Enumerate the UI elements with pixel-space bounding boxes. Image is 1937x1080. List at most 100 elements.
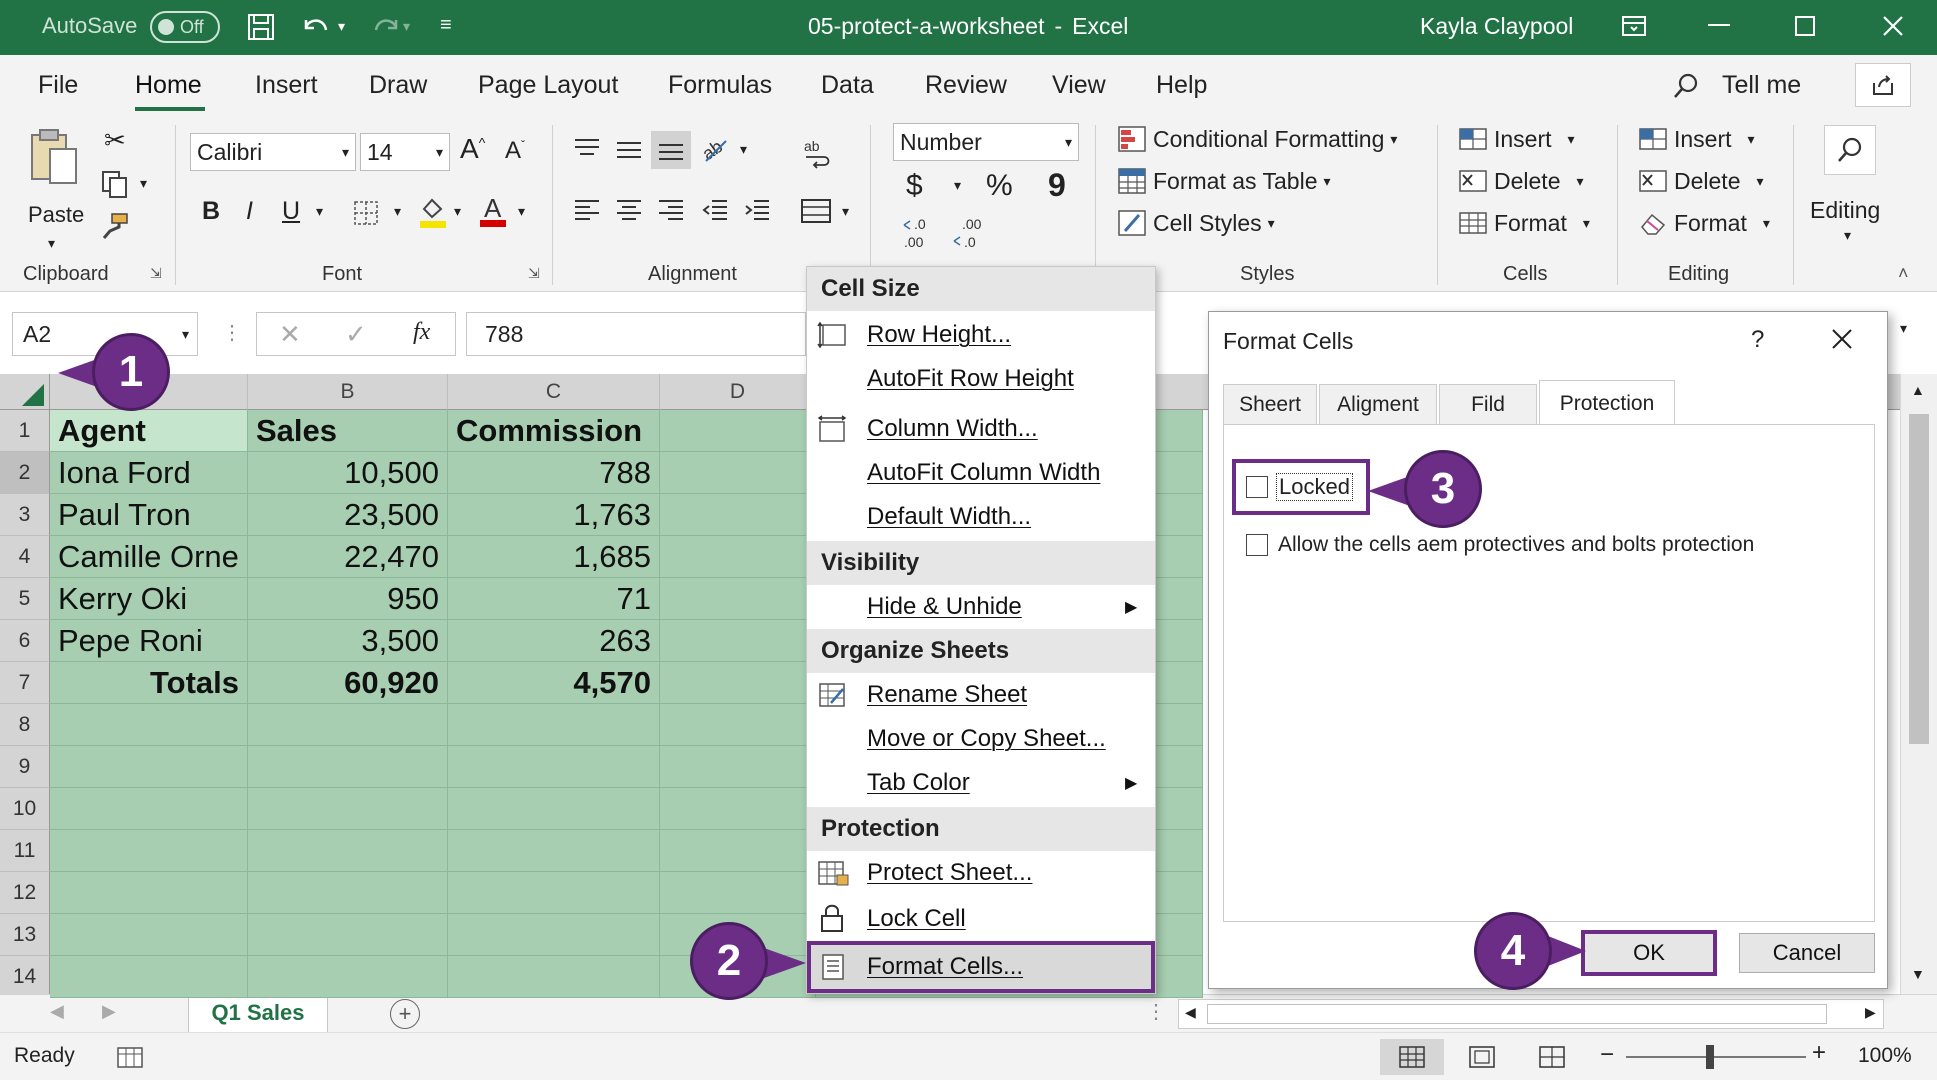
locked-checkbox[interactable] xyxy=(1246,476,1268,498)
align-center-icon[interactable] xyxy=(614,195,644,225)
fill-color-dropdown-icon[interactable]: ▾ xyxy=(454,203,461,220)
borders-dropdown-icon[interactable]: ▾ xyxy=(394,203,401,220)
menu-item-tab-color[interactable]: Tab Color ▶ xyxy=(807,761,1155,805)
edit-format-button[interactable]: Format ▾ xyxy=(1638,209,1770,237)
formula-input[interactable]: 788 xyxy=(466,312,806,356)
table-cell[interactable]: Iona Ford xyxy=(50,452,248,494)
vertical-scrollbar[interactable]: ▲ ▼ xyxy=(1900,374,1937,994)
row-header[interactable]: 6 xyxy=(0,620,50,662)
select-all-corner[interactable] xyxy=(0,374,50,410)
scroll-left-icon[interactable]: ◀ xyxy=(1185,1004,1196,1021)
italic-button[interactable]: I xyxy=(246,197,253,226)
table-cell[interactable] xyxy=(50,704,248,746)
tab-insert[interactable]: Insert xyxy=(255,71,318,100)
orientation-dropdown-icon[interactable]: ▾ xyxy=(740,141,747,158)
copy-dropdown-icon[interactable]: ▾ xyxy=(140,175,147,192)
menu-item-autofit-row-height[interactable]: AutoFit Row Height xyxy=(807,357,1155,401)
save-icon[interactable] xyxy=(246,12,276,42)
share-icon[interactable] xyxy=(1855,63,1911,107)
horizontal-scrollbar[interactable]: ◀ ▶ xyxy=(1178,999,1884,1029)
table-cell[interactable]: Commission xyxy=(448,410,660,452)
currency-dropdown-icon[interactable]: ▾ xyxy=(954,177,961,194)
splitter-icon[interactable]: ⋮ xyxy=(1146,999,1166,1024)
zoom-level[interactable]: 100% xyxy=(1858,1044,1912,1068)
table-cell[interactable]: 22,470 xyxy=(248,536,448,578)
tab-number[interactable]: Sheert xyxy=(1223,384,1317,424)
table-cell[interactable]: Paul Tron xyxy=(50,494,248,536)
table-cell[interactable]: 10,500 xyxy=(248,452,448,494)
undo-dropdown-icon[interactable]: ▾ xyxy=(338,18,345,35)
ok-button[interactable]: OK xyxy=(1581,930,1717,976)
normal-view-icon[interactable] xyxy=(1380,1039,1444,1075)
undo-icon[interactable] xyxy=(300,12,334,42)
bottom-align-icon[interactable] xyxy=(651,131,691,169)
increase-decimal-icon[interactable]: .0.00 xyxy=(902,215,938,249)
number-format-select[interactable]: Number ▾ xyxy=(893,123,1079,161)
zoom-out-icon[interactable]: − xyxy=(1600,1041,1614,1069)
cancel-entry-icon[interactable]: ✕ xyxy=(279,319,301,350)
row-header[interactable]: 10 xyxy=(0,788,50,830)
font-color-icon[interactable]: A xyxy=(478,193,508,229)
maximize-icon[interactable] xyxy=(1795,16,1815,36)
table-cell[interactable]: 4,570 xyxy=(448,662,660,704)
h-scroll-thumb[interactable] xyxy=(1207,1004,1827,1024)
table-cell[interactable] xyxy=(660,536,816,578)
copy-icon[interactable] xyxy=(100,169,130,199)
scroll-right-icon[interactable]: ▶ xyxy=(1865,1004,1876,1021)
menu-item-autofit-column-width[interactable]: AutoFit Column Width xyxy=(807,451,1155,495)
column-header-d[interactable]: D xyxy=(660,374,816,410)
tab-data[interactable]: Data xyxy=(821,71,874,100)
clipboard-launcher-icon[interactable]: ⇲ xyxy=(150,265,162,282)
row-header[interactable]: 12 xyxy=(0,872,50,914)
row-header[interactable]: 11 xyxy=(0,830,50,872)
editing-button[interactable]: Editing ▾ xyxy=(1810,125,1910,245)
table-cell[interactable]: 263 xyxy=(448,620,660,662)
table-cell[interactable]: 1,685 xyxy=(448,536,660,578)
minimize-icon[interactable] xyxy=(1708,24,1730,26)
tell-me[interactable]: Tell me xyxy=(1722,71,1801,100)
confirm-entry-icon[interactable]: ✓ xyxy=(345,319,367,350)
row-header[interactable]: 8 xyxy=(0,704,50,746)
scroll-thumb[interactable] xyxy=(1909,414,1929,744)
borders-icon[interactable] xyxy=(352,199,380,227)
dialog-close-icon[interactable] xyxy=(1829,326,1855,352)
tab-page-layout[interactable]: Page Layout xyxy=(478,71,618,100)
table-cell[interactable] xyxy=(448,704,660,746)
tab-fill[interactable]: Fild xyxy=(1439,384,1537,424)
insert-function-button[interactable]: fx xyxy=(413,319,430,346)
customize-qat-icon[interactable]: ≡ xyxy=(440,14,452,37)
menu-item-column-width[interactable]: Column Width... xyxy=(807,407,1155,451)
scroll-up-icon[interactable]: ▲ xyxy=(1911,382,1925,398)
table-cell[interactable] xyxy=(50,914,248,956)
conditional-formatting-button[interactable]: Conditional Formatting ▾ xyxy=(1117,125,1397,153)
font-launcher-icon[interactable]: ⇲ xyxy=(528,265,540,282)
table-cell[interactable] xyxy=(248,704,448,746)
table-cell[interactable] xyxy=(448,914,660,956)
merge-center-icon[interactable] xyxy=(800,197,832,225)
table-cell[interactable]: 3,500 xyxy=(248,620,448,662)
row-header[interactable]: 14 xyxy=(0,956,50,998)
wrap-text-icon[interactable]: ab xyxy=(802,137,832,169)
table-cell[interactable]: 1,763 xyxy=(448,494,660,536)
table-cell[interactable]: Kerry Oki xyxy=(50,578,248,620)
menu-item-protect-sheet[interactable]: Protect Sheet... xyxy=(807,851,1155,895)
format-as-table-button[interactable]: Format as Table ▾ xyxy=(1117,167,1331,195)
table-cell[interactable] xyxy=(248,914,448,956)
add-sheet-icon[interactable]: + xyxy=(390,999,420,1029)
redo-icon[interactable] xyxy=(368,12,402,42)
table-cell[interactable] xyxy=(248,956,448,998)
close-icon[interactable] xyxy=(1880,13,1906,39)
decrease-decimal-icon[interactable]: .00.0 xyxy=(952,215,988,249)
table-cell[interactable]: 788 xyxy=(448,452,660,494)
format-painter-icon[interactable] xyxy=(100,211,130,241)
table-cell[interactable] xyxy=(448,830,660,872)
percent-button[interactable]: % xyxy=(986,169,1013,203)
table-cell[interactable] xyxy=(448,872,660,914)
table-cell[interactable] xyxy=(660,872,816,914)
font-name-select[interactable]: Calibri ▾ xyxy=(190,133,356,171)
table-cell[interactable]: Camille Orne xyxy=(50,536,248,578)
table-cell[interactable] xyxy=(660,662,816,704)
prev-sheet-icon[interactable]: ◀ xyxy=(50,1001,64,1022)
cells-insert-button[interactable]: Insert ▾ xyxy=(1458,125,1575,153)
expand-formula-icon[interactable]: ▾ xyxy=(1900,320,1907,337)
